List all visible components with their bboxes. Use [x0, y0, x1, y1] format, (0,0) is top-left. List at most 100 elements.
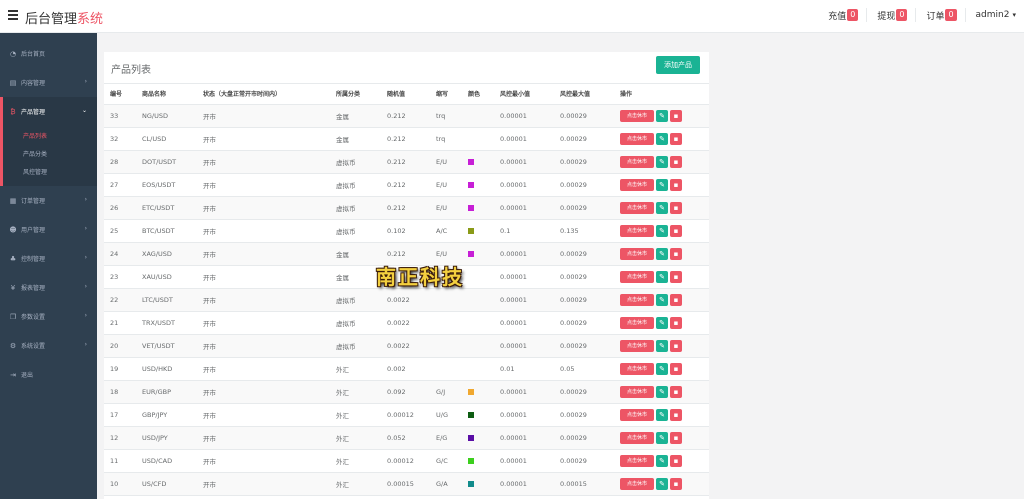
close-market-button[interactable]: 点击休市 — [620, 362, 654, 375]
edit-pencil-icon[interactable]: ✎ — [656, 247, 668, 260]
close-market-button[interactable]: 点击休市 — [620, 339, 654, 352]
cell-risk-min: 0.00001 — [494, 127, 554, 151]
sidebar-item-dashboard[interactable]: ◔ 后台首页 — [0, 39, 97, 68]
close-market-button[interactable]: 点击休市 — [620, 454, 654, 467]
sidebar-item-orders[interactable]: ▦ 订单管理 › — [0, 186, 97, 215]
withdraw-link[interactable]: 提现 0 — [877, 9, 908, 22]
user-menu[interactable]: admin2 ▾ — [976, 10, 1016, 20]
sidebar-item-logout[interactable]: ⇥ 退出 — [0, 360, 97, 389]
edit-pencil-icon[interactable]: ✎ — [656, 408, 668, 421]
orders-link[interactable]: 订单 0 — [926, 9, 957, 22]
subnav-product-list[interactable]: 产品列表 — [3, 128, 97, 146]
col-header-abbr: 缩写 — [430, 84, 462, 105]
delete-trash-icon[interactable]: ▪ — [670, 109, 682, 122]
edit-pencil-icon[interactable]: ✎ — [656, 155, 668, 168]
delete-trash-icon[interactable]: ▪ — [670, 201, 682, 214]
edit-pencil-icon[interactable]: ✎ — [656, 316, 668, 329]
close-market-button[interactable]: 点击休市 — [620, 477, 654, 490]
sidebar-item-control[interactable]: ♣ 控制管理 › — [0, 244, 97, 273]
close-market-button[interactable]: 点击休市 — [620, 109, 654, 122]
close-market-button[interactable]: 点击休市 — [620, 132, 654, 145]
edit-pencil-icon[interactable]: ✎ — [656, 109, 668, 122]
cell-risk-min: 0.00001 — [494, 265, 554, 289]
delete-trash-icon[interactable]: ▪ — [670, 247, 682, 260]
delete-trash-icon[interactable]: ▪ — [670, 178, 682, 191]
brand-main: 后台管理 — [25, 12, 78, 27]
delete-trash-icon[interactable]: ▪ — [670, 431, 682, 444]
close-market-button[interactable]: 点击休市 — [620, 293, 654, 306]
chevron-right-icon: › — [84, 196, 87, 203]
cell-color — [462, 150, 494, 174]
edit-pencil-icon[interactable]: ✎ — [656, 201, 668, 214]
cell-id: 33 — [104, 104, 136, 128]
edit-pencil-icon[interactable]: ✎ — [656, 431, 668, 444]
cell-abbr: E/U — [430, 196, 462, 220]
cell-random: 0.00012 — [381, 449, 430, 473]
recharge-link[interactable]: 充值 0 — [828, 9, 859, 22]
col-header-category: 所属分类 — [330, 84, 381, 105]
edit-pencil-icon[interactable]: ✎ — [656, 339, 668, 352]
subnav-risk-control[interactable]: 风控管理 — [3, 164, 97, 182]
sidebar-item-system[interactable]: ⚙ 系统设置 › — [0, 331, 97, 360]
cell-status: 开市 — [197, 242, 330, 266]
edit-pencil-icon[interactable]: ✎ — [656, 270, 668, 283]
user-icon: ☻ — [9, 225, 17, 234]
close-market-button[interactable]: 点击休市 — [620, 224, 654, 237]
delete-trash-icon[interactable]: ▪ — [670, 270, 682, 283]
delete-trash-icon[interactable]: ▪ — [670, 454, 682, 467]
sidebar-item-reports[interactable]: ¥ 报表管理 › — [0, 273, 97, 302]
sidebar-item-users[interactable]: ☻ 用户管理 › — [0, 215, 97, 244]
sidebar-item-content[interactable]: ▤ 内容管理 › — [0, 68, 97, 97]
close-market-button[interactable]: 点击休市 — [620, 201, 654, 214]
close-market-button[interactable]: 点击休市 — [620, 316, 654, 329]
delete-trash-icon[interactable]: ▪ — [670, 293, 682, 306]
color-swatch — [468, 204, 474, 211]
edit-pencil-icon[interactable]: ✎ — [656, 293, 668, 306]
close-market-button[interactable]: 点击休市 — [620, 247, 654, 260]
delete-trash-icon[interactable]: ▪ — [670, 362, 682, 375]
username: admin2 — [975, 10, 1010, 20]
delete-trash-icon[interactable]: ▪ — [670, 339, 682, 352]
cell-abbr: G/A — [430, 472, 462, 496]
edit-pencil-icon[interactable]: ✎ — [656, 178, 668, 191]
edit-pencil-icon[interactable]: ✎ — [656, 454, 668, 467]
close-market-button[interactable]: 点击休市 — [620, 385, 654, 398]
close-market-button[interactable]: 点击休市 — [620, 270, 654, 283]
col-header-name: 商品名称 — [136, 84, 197, 105]
delete-trash-icon[interactable]: ▪ — [670, 408, 682, 421]
close-market-button[interactable]: 点击休市 — [620, 408, 654, 421]
cell-status: 开市 — [197, 219, 330, 243]
close-market-button[interactable]: 点击休市 — [620, 431, 654, 444]
control-icon: ♣ — [9, 254, 17, 263]
close-market-button[interactable]: 点击休市 — [620, 178, 654, 191]
table-row: 28 DOT/USDT 开市 虚拟币 0.212 E/U 0.00001 0.00029 点击休… — [104, 150, 709, 174]
delete-trash-icon[interactable]: ▪ — [670, 385, 682, 398]
subnav-product-category[interactable]: 产品分类 — [3, 146, 97, 164]
delete-trash-icon[interactable]: ▪ — [670, 132, 682, 145]
add-product-button[interactable]: 添加产品 — [656, 56, 700, 74]
cell-random: 0.092 — [381, 380, 430, 404]
close-market-button[interactable]: 点击休市 — [620, 155, 654, 168]
table-row: 27 EOS/USDT 开市 虚拟币 0.212 E/U 0.00001 0.00029 点击休… — [104, 173, 709, 197]
sidebar-item-products[interactable]: ₿ 产品管理 ⌄ — [0, 97, 97, 126]
cell-actions: 点击休市 ✎ ▪ — [614, 311, 709, 335]
menu-toggle-icon[interactable] — [8, 10, 18, 20]
cell-category: 金属 — [330, 127, 381, 151]
delete-trash-icon[interactable]: ▪ — [670, 155, 682, 168]
cell-status: 开市 — [197, 150, 330, 174]
cell-name: XAU/USD — [136, 265, 197, 289]
cell-risk-max: 0.00029 — [554, 426, 614, 450]
cell-name: XAG/USD — [136, 242, 197, 266]
delete-trash-icon[interactable]: ▪ — [670, 224, 682, 237]
edit-pencil-icon[interactable]: ✎ — [656, 385, 668, 398]
col-header-status: 状态（大盘正常开市时间内） — [197, 84, 330, 105]
cell-risk-max: 0.00029 — [554, 265, 614, 289]
delete-trash-icon[interactable]: ▪ — [670, 316, 682, 329]
edit-pencil-icon[interactable]: ✎ — [656, 224, 668, 237]
delete-trash-icon[interactable]: ▪ — [670, 477, 682, 490]
edit-pencil-icon[interactable]: ✎ — [656, 132, 668, 145]
edit-pencil-icon[interactable]: ✎ — [656, 362, 668, 375]
sidebar-item-params[interactable]: ❐ 参数设置 › — [0, 302, 97, 331]
edit-pencil-icon[interactable]: ✎ — [656, 477, 668, 490]
content-icon: ▤ — [9, 78, 17, 87]
